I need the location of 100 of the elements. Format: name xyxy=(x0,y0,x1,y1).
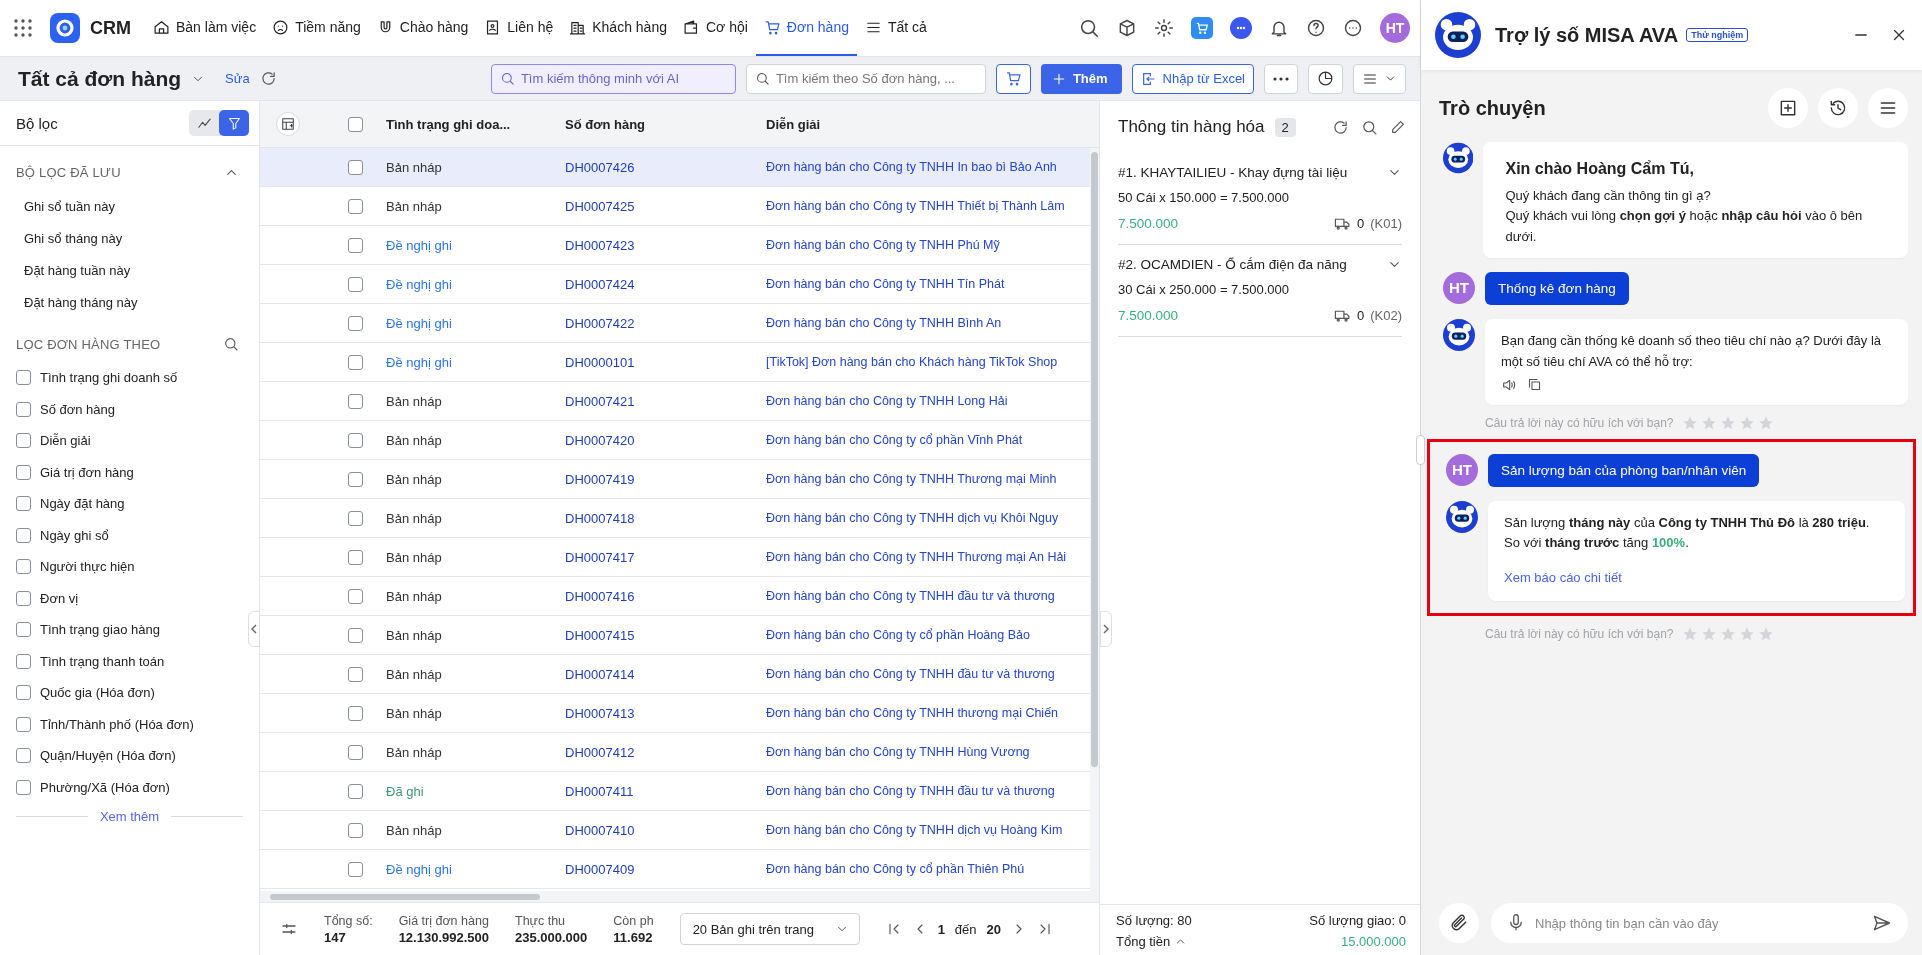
table-row[interactable]: Bản nháp DH0007415 Đơn hàng bán cho Công ty cổ phần Hoàng Bảo xyxy=(260,616,1090,655)
filter-field-label[interactable]: Quốc gia (Hóa đơn) xyxy=(40,685,155,701)
checkbox[interactable] xyxy=(16,464,31,480)
table-row[interactable]: Bản nháp DH0007414 Đơn hàng bán cho Công ty TNHH đầu tư và thương xyxy=(260,655,1090,694)
star-icon[interactable] xyxy=(1681,414,1698,431)
description-link[interactable]: Đơn hàng bán cho Công ty TNHH Phú Mỹ xyxy=(766,238,1090,252)
table-row[interactable]: Bản nháp DH0007417 Đơn hàng bán cho Công ty TNHH Thương mại An Hải xyxy=(260,538,1090,577)
filter-field-label[interactable]: Diễn giải xyxy=(40,433,91,449)
row-checkbox[interactable] xyxy=(348,315,363,331)
search-field[interactable]: Tìm kiếm theo Số đơn hàng, ... xyxy=(775,64,977,93)
row-checkbox[interactable] xyxy=(348,237,363,253)
table-row[interactable]: Bản nháp DH0007421 Đơn hàng bán cho Công ty TNHH Long Hải xyxy=(260,382,1090,421)
table-row[interactable]: Bản nháp DH0007416 Đơn hàng bán cho Công ty TNHH đầu tư và thương xyxy=(260,577,1090,616)
filter-field-label[interactable]: Tình trạng thanh toán xyxy=(40,653,165,669)
checkbox[interactable] xyxy=(16,748,31,764)
checkbox[interactable] xyxy=(16,779,31,795)
order-number-link[interactable]: DH0007412 xyxy=(565,744,766,760)
table-row[interactable]: Bản nháp DH0007410 Đơn hàng bán cho Công ty TNHH dịch vụ Hoàng Kim xyxy=(260,811,1090,850)
table-row[interactable]: Bản nháp DH0007413 Đơn hàng bán cho Công ty TNHH thương mại Chiến xyxy=(260,694,1090,733)
row-checkbox[interactable] xyxy=(348,783,363,799)
search-icon[interactable] xyxy=(1361,118,1378,136)
table-row[interactable]: Bản nháp DH0007426 Đơn hàng bán cho Công ty TNHH In bao bì Bảo Anh xyxy=(260,148,1090,187)
app-grid-icon[interactable] xyxy=(14,19,32,37)
edit-link[interactable]: Sửa xyxy=(225,71,250,86)
ai-search-field[interactable]: Tìm kiếm thông minh với AI xyxy=(520,64,727,93)
checkbox[interactable] xyxy=(16,496,31,512)
scrollbar[interactable] xyxy=(1090,148,1099,891)
description-link[interactable]: Đơn hàng bán cho Công ty TNHH dịch vụ Khôi Nguy xyxy=(766,511,1090,525)
saved-filter[interactable]: Ghi sổ tuần này xyxy=(24,198,116,214)
description-link[interactable]: Đơn hàng bán cho Công ty TNHH Thương mại Minh xyxy=(766,472,1090,486)
filter-field-label[interactable]: Ngày ghi sổ xyxy=(40,527,109,543)
checkbox[interactable] xyxy=(16,433,31,449)
checkbox[interactable] xyxy=(16,401,31,417)
checkbox[interactable] xyxy=(16,370,31,386)
row-checkbox[interactable] xyxy=(348,588,363,604)
description-link[interactable]: Đơn hàng bán cho Công ty cổ phần Vĩnh Phát xyxy=(766,433,1090,447)
row-checkbox[interactable] xyxy=(348,822,363,838)
see-more-link[interactable]: Xem thêm xyxy=(99,809,160,824)
row-checkbox[interactable] xyxy=(348,432,363,448)
settings-icon[interactable] xyxy=(1154,18,1174,38)
add-column-button[interactable] xyxy=(276,112,300,136)
checkbox[interactable] xyxy=(16,590,31,606)
table-row[interactable]: Đề nghị ghi DH0000101 [TikTok] Đơn hàng bán cho Khách hàng TikTok Shop xyxy=(260,343,1090,382)
column-header[interactable]: Số đơn hàng xyxy=(565,116,766,132)
pencil-icon[interactable] xyxy=(1390,118,1406,135)
history-button[interactable] xyxy=(1818,88,1858,128)
select-all-checkbox[interactable] xyxy=(348,116,363,132)
description-link[interactable]: Đơn hàng bán cho Công ty TNHH dịch vụ Hoàng Kim xyxy=(766,823,1090,837)
table-row[interactable]: Đã ghi DH0007411 Đơn hàng bán cho Công ty TNHH đầu tư và thương xyxy=(260,772,1090,811)
order-number-link[interactable]: DH0007423 xyxy=(565,237,766,253)
report-link[interactable]: Xem báo cáo chi tiết xyxy=(1504,568,1622,589)
table-row[interactable]: Đề nghị ghi DH0007424 Đơn hàng bán cho Công ty TNHH Tín Phát xyxy=(260,265,1090,304)
table-row[interactable]: Bản nháp DH0007418 Đơn hàng bán cho Công ty TNHH dịch vụ Khôi Nguy xyxy=(260,499,1090,538)
nav-tab[interactable]: Cơ hội xyxy=(674,0,756,56)
checkbox[interactable] xyxy=(16,716,31,732)
star-icon[interactable] xyxy=(1700,625,1717,642)
order-number-link[interactable]: DH0007426 xyxy=(565,159,766,175)
description-link[interactable]: Đơn hàng bán cho Công ty TNHH Hùng Vương xyxy=(766,745,1090,759)
refresh-icon[interactable] xyxy=(1332,118,1349,136)
description-link[interactable]: Đơn hàng bán cho Công ty TNHH Tín Phát xyxy=(766,277,1090,291)
description-link[interactable]: Đơn hàng bán cho Công ty cổ phần Hoàng Bảo xyxy=(766,628,1090,642)
row-checkbox[interactable] xyxy=(348,861,363,877)
row-checkbox[interactable] xyxy=(348,666,363,682)
help-icon[interactable] xyxy=(1306,18,1326,38)
order-number-link[interactable]: DH0007413 xyxy=(565,705,766,721)
order-number-link[interactable]: DH0007416 xyxy=(565,588,766,604)
message-box[interactable]: Nhập thông tin bạn cần vào đây xyxy=(1491,903,1908,943)
description-link[interactable]: Đơn hàng bán cho Công ty TNHH đầu tư và thương xyxy=(766,667,1090,681)
row-checkbox[interactable] xyxy=(348,705,363,721)
saved-filter[interactable]: Đặt hàng tháng này xyxy=(24,294,138,310)
ai-search-box[interactable]: Tìm kiếm thông minh với AI xyxy=(490,63,736,94)
order-number-link[interactable]: DH0007420 xyxy=(565,432,766,448)
description-link[interactable]: Đơn hàng bán cho Công ty TNHH Thương mại An Hải xyxy=(766,550,1090,564)
star-icon[interactable] xyxy=(1719,414,1736,431)
star-icon[interactable] xyxy=(1719,625,1736,642)
refresh-icon[interactable] xyxy=(259,70,277,87)
row-checkbox[interactable] xyxy=(348,471,363,487)
nav-tab[interactable]: Khách hàng xyxy=(561,0,675,56)
column-header[interactable]: Diễn giải xyxy=(766,116,1099,132)
order-number-link[interactable]: DH0007410 xyxy=(565,822,766,838)
view-menu-button[interactable] xyxy=(1353,63,1406,94)
description-link[interactable]: Đơn hàng bán cho Công ty TNHH đầu tư và thương xyxy=(766,784,1090,798)
add-button[interactable]: Thêm xyxy=(1040,63,1122,94)
row-checkbox[interactable] xyxy=(348,510,363,526)
nav-tab[interactable]: Tất cả xyxy=(856,0,935,56)
table-row[interactable]: Đề nghị ghi DH0007422 Đơn hàng bán cho Công ty TNHH Bình An xyxy=(260,304,1090,343)
table-row[interactable]: Đề nghị ghi DH0007409 Đơn hàng bán cho Công ty cổ phần Thiên Phú xyxy=(260,850,1090,889)
order-number-link[interactable]: DH0007421 xyxy=(565,393,766,409)
filter-field-label[interactable]: Tình trạng giao hàng xyxy=(40,622,160,638)
user-avatar[interactable]: HT xyxy=(1380,13,1410,43)
order-number-link[interactable]: DH0007419 xyxy=(565,471,766,487)
filter-field-label[interactable]: Đơn vị xyxy=(40,590,79,606)
description-link[interactable]: Đơn hàng bán cho Công ty TNHH thương mại Chiến xyxy=(766,706,1090,720)
star-icon[interactable] xyxy=(1757,625,1774,642)
row-checkbox[interactable] xyxy=(348,354,363,370)
order-number-link[interactable]: DH0007409 xyxy=(565,861,766,877)
filter-field-label[interactable]: Số đơn hàng xyxy=(40,401,116,417)
table-row[interactable]: Bản nháp DH0007425 Đơn hàng bán cho Công ty TNHH Thiết bị Thành Lâm xyxy=(260,187,1090,226)
table-row[interactable]: Bản nháp DH0007419 Đơn hàng bán cho Công ty TNHH Thương mại Minh xyxy=(260,460,1090,499)
checkbox[interactable] xyxy=(16,622,31,638)
